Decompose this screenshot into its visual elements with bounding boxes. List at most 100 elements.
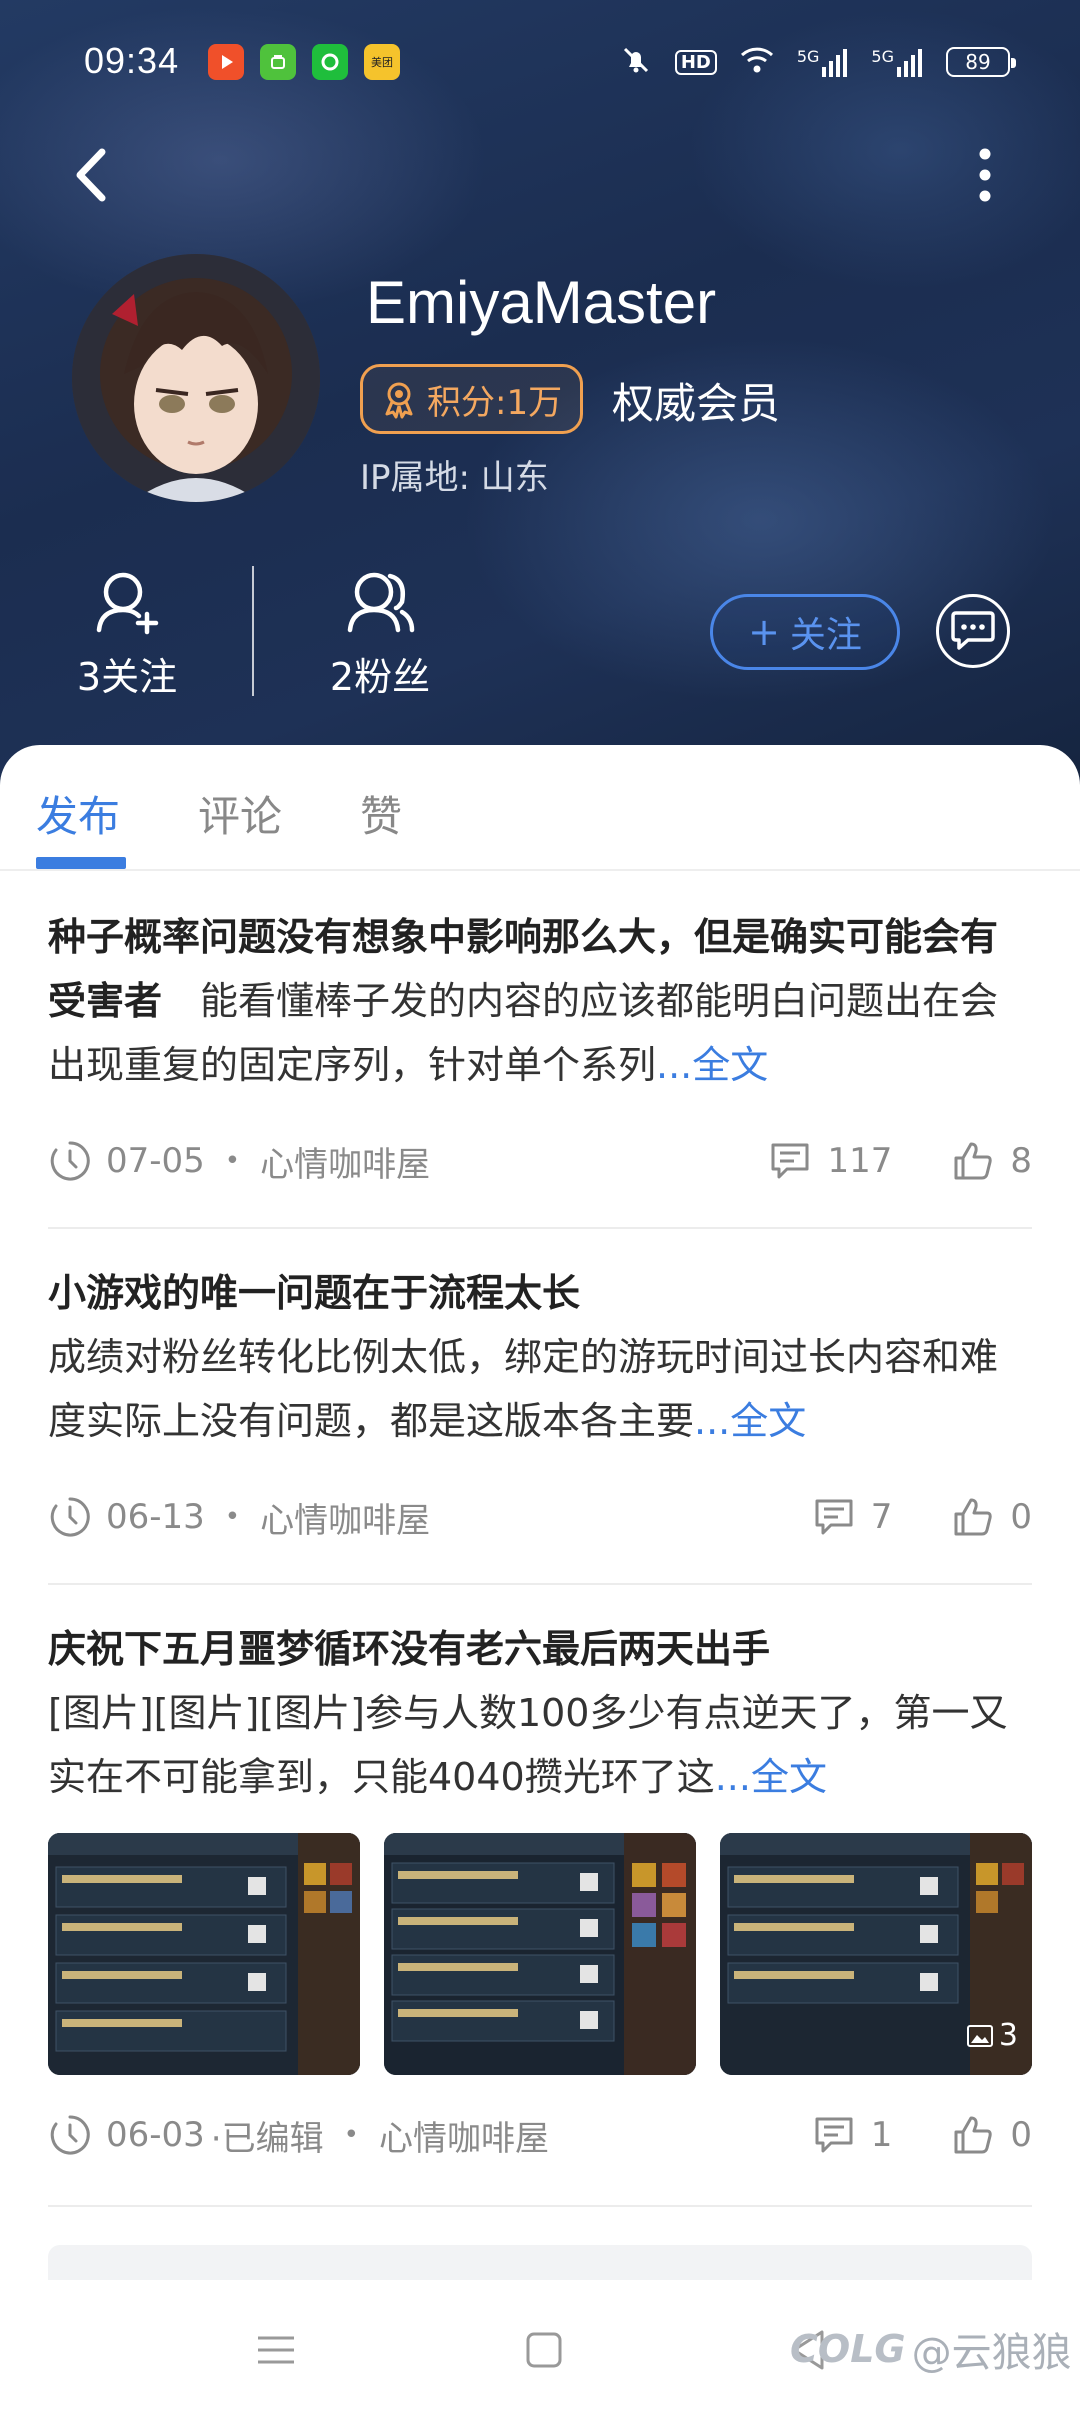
chevron-left-icon (76, 148, 106, 202)
post-item[interactable]: 庆祝下五月噩梦循环没有老六最后两天出手 [图片][图片][图片]参与人数100多… (48, 1617, 1032, 1809)
post-meta: 07-05 • 心情咖啡屋 117 8 (48, 1131, 1032, 1191)
post-text: 种子概率问题没有想象中影响那么大，但是确实可能会有受害者 能看懂棒子发的内容的应… (48, 905, 1032, 1097)
menu-nav-button[interactable] (246, 2320, 306, 2380)
followers-stat[interactable]: 2粉丝 (315, 566, 445, 701)
users-icon (347, 572, 415, 633)
comment-icon (771, 1143, 809, 1179)
status-time: 09:34 (84, 40, 180, 81)
status-right: HD 5G 5G 89 (619, 42, 1016, 82)
post-text: 小游戏的唯一问题在于流程太长 成绩对粉丝转化比例太低，绑定的游玩时间过长内容和难度… (48, 1261, 1032, 1453)
post-divider (48, 1227, 1032, 1229)
game-screenshot-image (48, 1833, 360, 2075)
like-count[interactable]: 0 (952, 2114, 1032, 2156)
like-count[interactable]: 8 (952, 1140, 1032, 1182)
post-body: 能看懂棒子发的内容的应该都能明白问题出在会出现重复的固定序列，针对单个系列 (48, 979, 999, 1087)
post-title: 小游戏的唯一问题在于流程太长 (48, 1271, 581, 1315)
comment-icon (815, 2117, 853, 2153)
message-button[interactable] (936, 594, 1010, 668)
menu-icon (258, 2336, 294, 2364)
more-vertical-icon (979, 148, 991, 202)
score-label: 积分:1万 (427, 382, 563, 423)
battery-indicator: 89 (946, 47, 1016, 77)
post-body: [图片][图片][图片]参与人数100多少有点逆天了，第一又实在不可能拿到，只能… (48, 1691, 1008, 1799)
following-count: 3关注 (76, 655, 178, 699)
post-stats: 1 0 (813, 2105, 1032, 2165)
status-bar: 09:34 美团 HD 5G 5G 89 (0, 30, 1080, 96)
thumbs-up-icon (954, 2116, 993, 2154)
post-board[interactable]: 心情咖啡屋 (379, 2111, 549, 2160)
home-nav-button[interactable] (514, 2320, 574, 2380)
chat-app-icon (312, 44, 348, 80)
post-date: 06-13 (106, 1497, 205, 1537)
post-date: 07-05 (106, 1141, 205, 1181)
post-image[interactable] (48, 1833, 360, 2075)
following-stat[interactable]: 3关注 (62, 566, 192, 701)
tab-bar: 发布 评论 赞 (0, 745, 1080, 871)
post-board[interactable]: 心情咖啡屋 (260, 1137, 430, 1186)
medal-icon (385, 382, 413, 419)
watermark: COLG @云狼狼 (790, 2320, 1072, 2378)
tab-indicator (36, 857, 126, 869)
ip-location: IP属地: 山东 (360, 458, 549, 498)
clock-icon (50, 1141, 90, 1181)
plus-icon: + (748, 610, 780, 654)
post-divider (48, 2205, 1032, 2207)
post-title: 庆祝下五月噩梦循环没有老六最后两天出手 (48, 1627, 771, 1671)
post-date: 06-03 (106, 2115, 205, 2155)
like-count[interactable]: 0 (952, 1496, 1032, 1538)
store-app-icon (260, 44, 296, 80)
post-images: 3 (48, 1833, 1032, 2075)
more-options-button[interactable] (960, 140, 1010, 210)
comment-count-value: 1 (870, 2115, 893, 2155)
signal-5g-icon-2: 5G (871, 47, 924, 77)
post-stats: 7 0 (813, 1487, 1032, 1547)
followers-count: 2粉丝 (329, 655, 431, 699)
tab-comments[interactable]: 评论 (198, 783, 282, 844)
comment-count-value: 7 (870, 1497, 893, 1537)
post-stats: 117 8 (769, 1131, 1032, 1191)
tab-likes[interactable]: 赞 (360, 783, 402, 844)
separator-dot: • (224, 1146, 241, 1176)
post-board[interactable]: 心情咖啡屋 (260, 1493, 430, 1542)
meituan-app-icon: 美团 (364, 44, 400, 80)
post-item[interactable]: 小游戏的唯一问题在于流程太长 成绩对粉丝转化比例太低，绑定的游玩时间过长内容和难度… (48, 1261, 1032, 1541)
comment-count-value: 117 (827, 1141, 893, 1181)
wifi-icon (739, 45, 775, 79)
follow-label: 关注 (789, 615, 862, 656)
read-more-link[interactable]: ...全文 (694, 1399, 806, 1443)
tab-posts[interactable]: 发布 (36, 783, 120, 844)
comment-count[interactable]: 1 (813, 2115, 893, 2155)
video-app-icon (208, 44, 244, 80)
score-badge[interactable]: 积分:1万 (360, 364, 584, 434)
back-button[interactable] (66, 140, 126, 210)
post-text: 庆祝下五月噩梦循环没有老六最后两天出手 [图片][图片][图片]参与人数100多… (48, 1617, 1032, 1809)
comment-icon (815, 1499, 853, 1535)
post-edited: ·已编辑 (210, 2118, 324, 2159)
post-meta: 06-13 • 心情咖啡屋 7 0 (48, 1487, 1032, 1547)
image-count-badge: 3 (966, 2018, 1018, 2053)
like-count-value: 0 (1010, 2115, 1032, 2155)
post-item[interactable]: 种子概率问题没有想象中影响那么大，但是确实可能会有受害者 能看懂棒子发的内容的应… (48, 905, 1032, 1185)
image-count: 3 (998, 2018, 1018, 2053)
follow-button[interactable]: + 关注 (710, 594, 900, 670)
content-panel: 发布 评论 赞 种子概率问题没有想象中影响那么大，但是确实可能会有受害者 能看懂… (0, 745, 1080, 2412)
image-icon (966, 2024, 993, 2047)
network-5g-label-2: 5G (871, 47, 894, 66)
clock-icon (50, 1497, 90, 1537)
thumbs-up-icon (954, 1142, 993, 1180)
thumbs-up-icon (954, 1498, 993, 1536)
avatar[interactable] (72, 254, 320, 502)
post-image[interactable]: 3 (720, 1833, 1032, 2075)
member-tag: 权威会员 (612, 379, 781, 428)
post-meta: 06-03 ·已编辑 • 心情咖啡屋 1 0 (48, 2105, 1032, 2165)
clock-icon (50, 2115, 90, 2155)
read-more-link[interactable]: ...全文 (656, 1043, 768, 1087)
read-more-link[interactable]: ...全文 (715, 1755, 827, 1799)
comment-count[interactable]: 7 (813, 1497, 893, 1537)
separator-dot: • (224, 1502, 241, 1532)
post-image[interactable] (384, 1833, 696, 2075)
comment-count[interactable]: 117 (769, 1141, 892, 1181)
like-count-value: 8 (1010, 1141, 1032, 1181)
network-5g-label: 5G (796, 47, 820, 66)
chat-bubble-icon (951, 611, 995, 650)
